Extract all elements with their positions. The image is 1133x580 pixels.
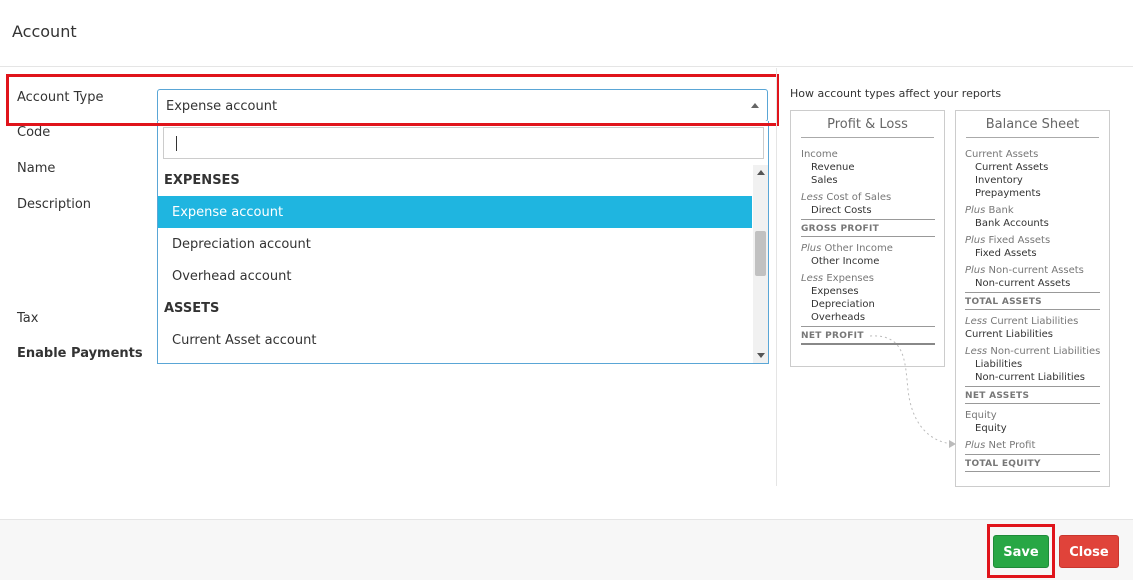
- scroll-up-icon[interactable]: [757, 170, 765, 175]
- bs-line: Plus Fixed Assets: [965, 235, 1051, 246]
- dropdown-scrollbar[interactable]: [753, 165, 768, 363]
- pl-line: Income: [801, 149, 838, 160]
- option-overhead-account[interactable]: Overhead account: [158, 260, 752, 292]
- bs-line: Current Liabilities: [965, 329, 1053, 340]
- divider: [801, 219, 935, 220]
- tax-label: Tax: [17, 311, 39, 326]
- divider: [965, 471, 1100, 472]
- bs-line: Current Assets: [975, 162, 1049, 173]
- close-button[interactable]: Close: [1059, 535, 1119, 568]
- option-group-assets: ASSETS: [164, 301, 220, 316]
- modal-header: Account: [0, 0, 1133, 67]
- pl-line: Overheads: [811, 312, 866, 323]
- pl-line: Depreciation: [811, 299, 875, 310]
- divider: [965, 454, 1100, 455]
- pl-line: Plus Other Income: [801, 243, 893, 254]
- bs-line: NET ASSETS: [965, 391, 1030, 401]
- vertical-divider: [776, 68, 777, 486]
- modal-title: Account: [12, 22, 77, 41]
- account-type-value: Expense account: [166, 99, 278, 114]
- description-label: Description: [17, 197, 92, 212]
- divider: [801, 137, 934, 138]
- help-title: How account types affect your reports: [790, 87, 1002, 100]
- bs-line: Liabilities: [975, 359, 1023, 370]
- net-profit-arrow-icon: [869, 335, 956, 448]
- pl-line: Expenses: [811, 286, 859, 297]
- pl-line: Less Cost of Sales: [801, 192, 892, 203]
- dropdown-search-input[interactable]: [163, 127, 764, 159]
- profit-loss-card: Profit & Loss Income Revenue Sales Less …: [790, 110, 945, 367]
- option-expense-account[interactable]: Expense account: [158, 196, 752, 228]
- bs-line: TOTAL EQUITY: [965, 459, 1041, 469]
- scrollbar-thumb[interactable]: [755, 231, 766, 276]
- bs-line: Equity: [965, 410, 997, 421]
- pl-line: Direct Costs: [811, 205, 872, 216]
- bs-line: Current Assets: [965, 149, 1039, 160]
- divider: [965, 386, 1100, 387]
- option-group-expenses: EXPENSES: [164, 173, 240, 188]
- enable-payments-label: Enable Payments: [17, 346, 143, 361]
- pl-line: GROSS PROFIT: [801, 224, 880, 234]
- scroll-down-icon[interactable]: [757, 353, 765, 358]
- bs-line: Less Non-current Liabilities: [965, 346, 1101, 357]
- profit-loss-title: Profit & Loss: [827, 117, 908, 132]
- divider: [965, 309, 1100, 310]
- bs-line: Prepayments: [975, 188, 1041, 199]
- bs-line: Less Current Liabilities: [965, 316, 1079, 327]
- divider: [801, 236, 935, 237]
- bs-line: Inventory: [975, 175, 1023, 186]
- code-label: Code: [17, 125, 51, 140]
- pl-line: Less Expenses: [801, 273, 874, 284]
- bs-line: TOTAL ASSETS: [965, 297, 1042, 307]
- bs-line: Non-current Assets: [975, 278, 1071, 289]
- pl-line: Sales: [811, 175, 838, 186]
- divider: [966, 137, 1099, 138]
- divider: [965, 403, 1100, 404]
- option-current-asset-account[interactable]: Current Asset account: [158, 324, 752, 356]
- divider: [801, 326, 935, 327]
- divider: [965, 292, 1100, 293]
- account-type-label: Account Type: [17, 90, 104, 105]
- pl-line: Other Income: [811, 256, 880, 267]
- bs-line: Plus Bank: [965, 205, 1014, 216]
- bs-line: Plus Net Profit: [965, 440, 1036, 451]
- pl-line: NET PROFIT: [801, 331, 864, 341]
- dropdown-options-list: EXPENSES Expense account Depreciation ac…: [158, 165, 752, 363]
- balance-sheet-title: Balance Sheet: [985, 117, 1080, 132]
- account-type-dropdown: EXPENSES Expense account Depreciation ac…: [157, 121, 769, 364]
- modal-footer: [0, 519, 1133, 580]
- bs-line: Equity: [975, 423, 1007, 434]
- bs-line: Plus Non-current Assets: [965, 265, 1084, 276]
- balance-sheet-card: Balance Sheet Current Assets Current Ass…: [955, 110, 1110, 487]
- text-cursor: [176, 136, 177, 151]
- bs-line: Non-current Liabilities: [975, 372, 1086, 383]
- pl-line: Revenue: [811, 162, 855, 173]
- bs-line: Fixed Assets: [975, 248, 1037, 259]
- bs-line: Bank Accounts: [975, 218, 1049, 229]
- save-button[interactable]: Save: [993, 535, 1049, 568]
- name-label: Name: [17, 161, 56, 176]
- account-type-select[interactable]: Expense account: [157, 89, 768, 122]
- option-depreciation-account[interactable]: Depreciation account: [158, 228, 752, 260]
- caret-up-icon: [751, 103, 759, 108]
